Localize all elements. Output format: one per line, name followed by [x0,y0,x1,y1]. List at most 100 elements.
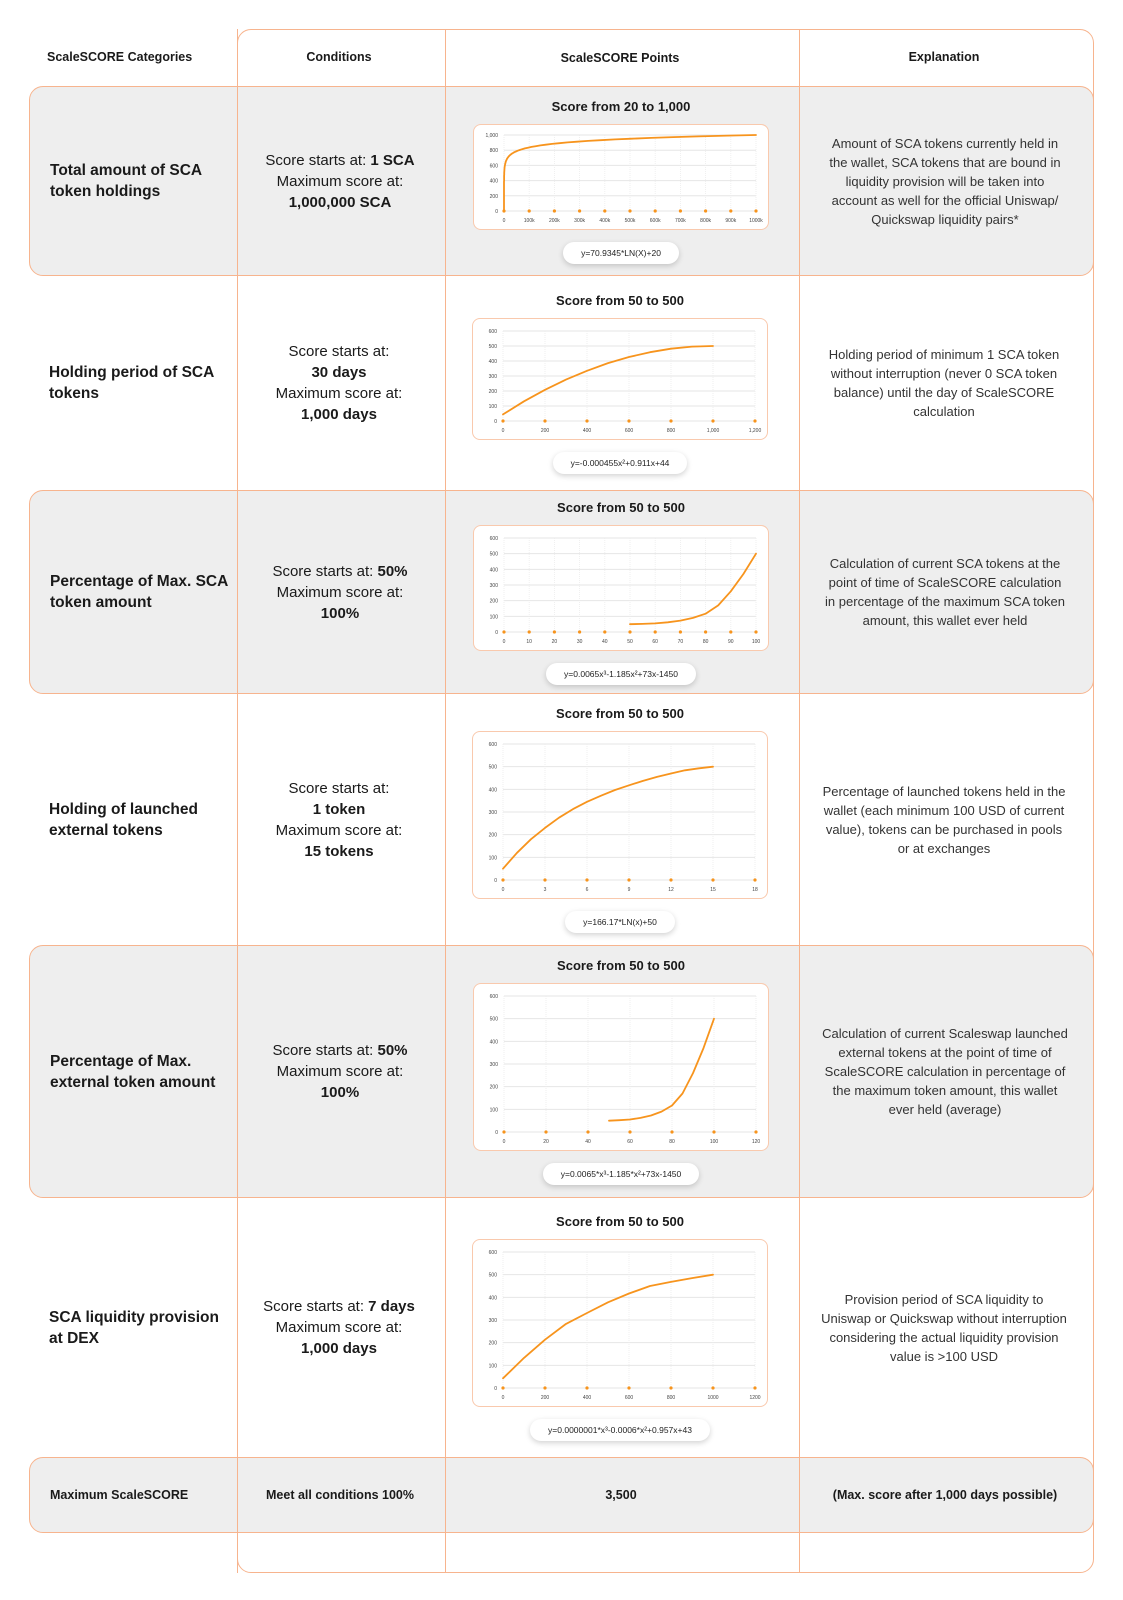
x-tick-label: 18 [752,887,758,893]
category-row: Percentage of Max. SCA token amount Score… [29,490,1094,694]
category-row: Total amount of SCA token holdings Score … [29,86,1094,276]
y-tick-label: 500 [489,344,498,350]
chart: 0 100 200 300 400 500 600 0 200 400 600 800 1,000 1,2… [472,317,768,440]
y-tick-label: 200 [490,1085,499,1091]
x-tick-label: 0 [502,428,505,434]
conditions-cell: Score starts at: 50% Maximum score at: 100… [238,491,442,693]
chart-wrap: Score from 50 to 500 0 100 200 300 400 500 600 0… [473,500,769,685]
x-axis-marker [627,1386,631,1390]
chart-title: Score from 50 to 500 [557,499,685,515]
x-axis-marker [585,878,589,882]
x-axis-marker [628,629,632,634]
formula-pill: y=-0.000455x²+0.911x+44 [552,451,688,474]
y-tick-label: 100 [490,614,499,620]
x-tick-label: 600 [625,1395,634,1401]
y-tick-label: 0 [494,1386,497,1392]
y-tick-label: 200 [490,598,499,604]
x-tick-label: 60 [627,1139,633,1145]
y-tick-label: 100 [490,1107,499,1113]
x-tick-label: 1000k [749,218,763,224]
header-explanation: Explanation [908,50,980,64]
x-tick-label: 200k [549,218,560,224]
y-tick-label: 600 [490,163,499,169]
formula-pill: y=70.9345*LN(X)+20 [563,241,679,264]
start-label: Score starts at: [288,343,390,360]
x-tick-label: 100 [752,639,761,645]
x-axis-marker [585,418,589,423]
x-tick-label: 60 [652,639,658,645]
column-divider [445,29,446,1573]
start-label: Score starts at: [272,562,374,580]
points-cell: Score from 50 to 500 0 100 200 300 400 500 600 0… [445,1198,795,1457]
x-axis-marker [669,418,673,423]
y-tick-label: 0 [495,630,498,636]
conditions-cell: Score starts at: 7 days Maximum score at:… [237,1198,441,1457]
category-name: Percentage of Max. SCA token amount [50,573,228,611]
x-axis-marker [627,878,631,882]
conditions-text: Score starts at: 1 token Maximum score at:… [276,778,403,862]
start-value: 1 SCA [370,151,415,169]
conditions-text: Score starts at: 50% Maximum score at: 100… [272,561,407,624]
points-cell: Score from 50 to 500 0 100 200 300 400 500 600 0… [445,694,795,945]
chart-svg: 0 100 200 300 400 500 600 0 200 400 600 800 1,000 1,2… [489,329,762,434]
max-value-line: 15 tokens [276,841,403,862]
chart: 0 200 400 600 800 1,000 0 100k 200k 300k 400k 500k 6… [473,123,769,230]
x-axis-marker [754,1130,758,1134]
total-conditions: Meet all conditions 100% [266,1487,414,1502]
y-tick-label: 0 [495,1130,498,1136]
conditions-text: Score starts at: 50% Maximum score at: 100… [272,1040,407,1103]
x-tick-label: 0 [503,1139,506,1145]
chart-svg: 0 100 200 300 400 500 600 0 200 400 600 800 1000 1200 [489,1250,761,1401]
conditions-text: Score starts at: 7 days Maximum score at:… [263,1296,415,1359]
max-value-line: 1,000,000 SCA [265,192,414,213]
x-tick-label: 900k [725,218,736,224]
y-tick-label: 200 [489,389,498,395]
x-tick-label: 500k [625,218,636,224]
chart-svg: 0 100 200 300 400 500 600 0 3 6 9 12 15 18 [489,742,758,893]
start-value: 30 days [311,364,367,381]
column-divider [237,29,238,1573]
x-tick-label: 0 [503,639,506,645]
x-axis-marker [704,208,708,213]
y-tick-label: 600 [490,994,499,1000]
chart-wrap: Score from 50 to 500 0 100 200 300 400 500 600 0… [472,293,768,474]
y-tick-label: 0 [494,419,497,425]
x-tick-label: 600 [625,428,634,434]
conditions-cell: Score starts at: 50% Maximum score at: 100… [238,946,442,1197]
chart-title: Score from 50 to 500 [556,706,684,721]
x-axis-marker [527,208,531,213]
start-label: Score starts at: [263,1298,364,1315]
chart-title: Score from 50 to 500 [557,958,685,973]
category-name: SCA liquidity provision at DEX [49,1308,219,1347]
curve-line [502,1273,714,1380]
chart: 0 100 200 300 400 500 600 0 20 40 60 80 100 120 [473,983,769,1151]
start-value: 50% [377,1042,408,1059]
x-tick-label: 30 [577,639,583,645]
x-tick-label: 800k [700,218,711,224]
y-tick-label: 500 [490,1017,499,1023]
max-value-line: 100% [272,1082,407,1103]
start-label: Score starts at: [265,151,367,169]
max-value: 15 tokens [304,842,374,860]
chart-title: Score from 20 to 1,000 [551,98,691,114]
y-tick-label: 100 [489,855,498,861]
max-label: Maximum score at: [275,821,403,839]
total-category: Maximum ScaleSCORE [50,1487,189,1502]
x-axis-marker [586,1130,590,1134]
x-axis-marker [729,208,733,213]
max-value-line: 1,000 days [276,404,403,425]
x-tick-label: 15 [710,887,716,893]
x-tick-label: 100k [524,218,535,224]
max-line: Maximum score at: [272,1061,407,1082]
chart: 0 100 200 300 400 500 600 0 200 400 600 800 1000 1200 [472,1239,768,1407]
x-axis-marker [704,629,708,634]
x-axis-marker [712,1130,716,1134]
y-tick-label: 800 [490,148,499,154]
x-axis-marker [670,1130,674,1134]
x-axis-marker [578,208,582,213]
y-tick-label: 0 [494,878,497,884]
start-label: Score starts at: [272,1042,374,1059]
explanation-text: Calculation of current SCA tokens at the… [825,556,1065,628]
x-axis-marker [669,878,673,882]
x-tick-label: 70 [678,639,684,645]
